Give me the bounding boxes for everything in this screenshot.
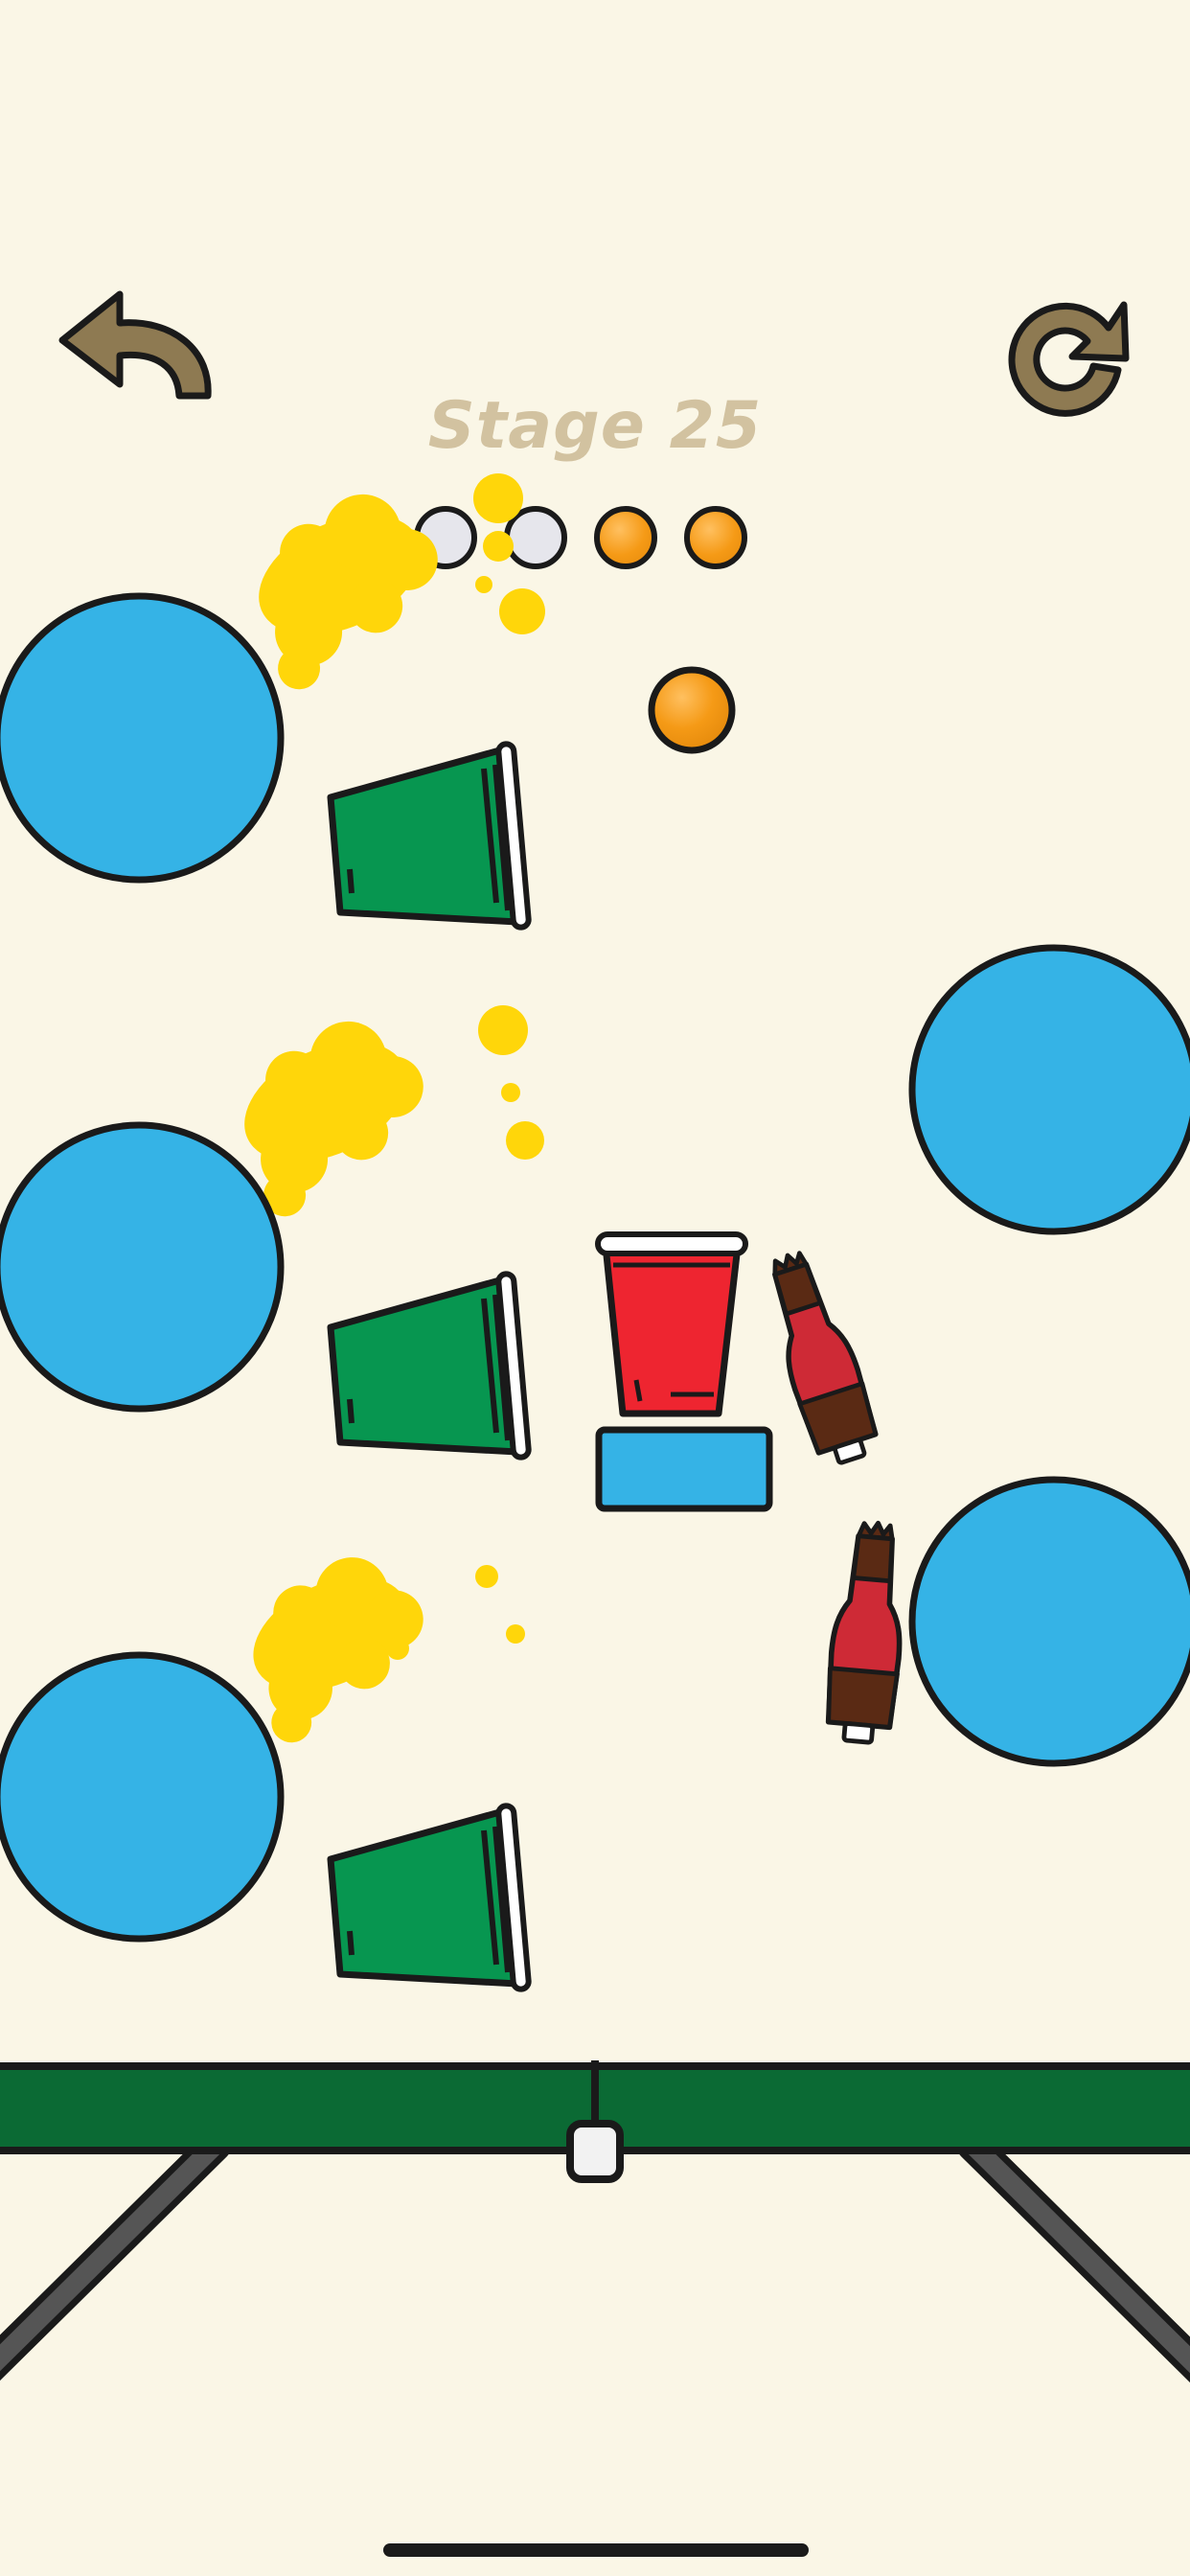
- home-indicator[interactable]: [383, 2543, 809, 2557]
- bumper-circle: [0, 1651, 285, 1943]
- bumper-circle: [908, 1476, 1190, 1767]
- bumper-circle: [0, 592, 285, 884]
- green-cup: [331, 1274, 529, 1459]
- cola-bottle: [755, 1246, 883, 1469]
- bumper-circle: [0, 1121, 285, 1413]
- target-red-cup: [595, 1231, 748, 1417]
- ping-pong-ball[interactable]: [648, 666, 736, 754]
- green-cup: [331, 1806, 529, 1990]
- game-board[interactable]: [0, 0, 1190, 2576]
- splash-bottom: [219, 1536, 525, 1750]
- splash-top: [222, 472, 545, 697]
- bumper-circle: [908, 944, 1190, 1235]
- ping-pong-table: [0, 2060, 1190, 2383]
- cola-bottle: [824, 1520, 910, 1744]
- blue-block-platform: [595, 1426, 773, 1512]
- green-cup: [331, 744, 529, 929]
